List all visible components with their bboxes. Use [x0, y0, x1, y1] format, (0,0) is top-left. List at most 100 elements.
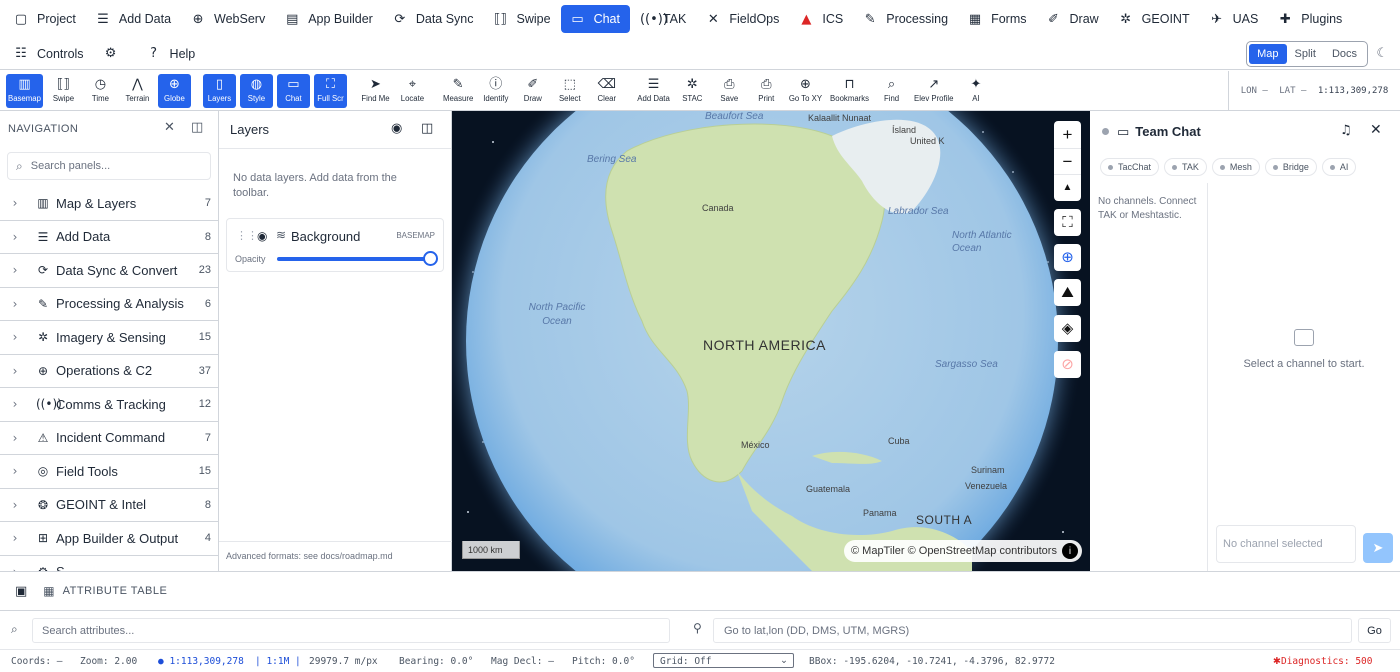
- chip-bridge[interactable]: Bridge: [1264, 158, 1317, 176]
- attribute-table-bar[interactable]: ▣ ▦ ATTRIBUTE TABLE: [0, 571, 1400, 611]
- tool-select-button[interactable]: ⬚ Select: [553, 74, 586, 108]
- secnav-help[interactable]: ? Help: [137, 40, 206, 68]
- tool-time-button[interactable]: ◷ Time: [84, 74, 117, 108]
- sky-toggle-icon[interactable]: ⊘: [1054, 351, 1081, 378]
- tool-find-me-button[interactable]: ➤ Find Me: [359, 74, 392, 108]
- map-label: Sargasso Sea: [935, 359, 998, 370]
- tool-swipe-button[interactable]: ⟦⟧ Swipe: [47, 74, 80, 108]
- nav-add-data[interactable]: ☰ Add Data: [86, 5, 181, 33]
- layer-card-background[interactable]: ⋮⋮ ◉ ≋ Background BASEMAP Opacity: [226, 218, 444, 272]
- nav-section-app-builder-output[interactable]: › ⊞ App Builder & Output 4: [0, 522, 218, 556]
- map-canvas[interactable]: Beaufort Sea Kalaallit Nunaat Ísland Uni…: [452, 111, 1090, 571]
- nav-section-field-tools[interactable]: › ◎ Field Tools 15: [0, 455, 218, 489]
- nav-section-s[interactable]: ›⚙S: [0, 556, 218, 571]
- eye-icon[interactable]: ◉: [391, 122, 402, 135]
- tool-draw-button[interactable]: ✐ Draw: [516, 74, 549, 108]
- image-icon[interactable]: ▣: [15, 585, 27, 598]
- panel-collapse-icon[interactable]: ◫: [421, 122, 433, 135]
- tool-full-scr-button[interactable]: ⛶ Full Scr: [313, 73, 347, 108]
- nav-section-data-sync-convert[interactable]: › ⟳ Data Sync & Convert 23: [0, 254, 218, 288]
- tool-identify-button[interactable]: ⓘ Identify: [479, 74, 512, 108]
- collapse-x-icon[interactable]: ✕: [164, 121, 175, 134]
- nav-geoint[interactable]: ✲ GEOINT: [1109, 5, 1200, 33]
- tool-style-button[interactable]: ◍ Style: [239, 73, 273, 108]
- tool-label: AI: [972, 94, 980, 103]
- close-icon[interactable]: ✕: [1370, 123, 1382, 137]
- zoom-out-button[interactable]: −: [1054, 148, 1081, 174]
- panel-collapse-icon[interactable]: ◫: [191, 121, 204, 134]
- nav-swipe[interactable]: ⟦⟧ Swipe: [484, 5, 561, 33]
- nav-ics[interactable]: ▲ ICS: [789, 5, 853, 33]
- search-attributes-input[interactable]: Search attributes...: [32, 618, 670, 643]
- nav-section-add-data[interactable]: › ☰ Add Data 8: [0, 221, 218, 254]
- tool-terrain-button[interactable]: ⋀ Terrain: [121, 74, 154, 108]
- visibility-eye-icon[interactable]: ◉: [257, 230, 267, 242]
- nav-data-sync[interactable]: ⟳ Data Sync: [383, 5, 484, 33]
- secnav-controls[interactable]: ☷ Controls: [4, 40, 94, 68]
- nav-project[interactable]: ▢ Project: [4, 5, 86, 33]
- goto-latlon-input[interactable]: Go to lat,lon (DD, DMS, UTM, MGRS): [713, 618, 1352, 643]
- tool-bookmarks-button[interactable]: ⊓ Bookmarks: [828, 74, 871, 108]
- nav-section-label: Processing & Analysis: [56, 296, 184, 312]
- grid-select[interactable]: Grid: Off ⌄: [653, 653, 794, 668]
- tool-go-to-xy-button[interactable]: ⊕ Go To XY: [787, 74, 824, 108]
- nav-section-geoint-intel[interactable]: › ❂ GEOINT & Intel 8: [0, 489, 218, 522]
- chat-message-input[interactable]: No channel selected: [1216, 525, 1356, 563]
- globe-icon[interactable]: ⊕: [1054, 244, 1081, 271]
- compass-reset-button[interactable]: ▲: [1054, 174, 1081, 200]
- tool-measure-button[interactable]: ✎ Measure: [441, 74, 475, 108]
- tool-basemap-button[interactable]: ▥ Basemap: [6, 73, 43, 108]
- nav-chat[interactable]: ▭ Chat: [560, 5, 630, 33]
- tool-ai-button[interactable]: ✦ AI: [959, 74, 992, 108]
- drag-handle-icon[interactable]: ⋮⋮: [236, 230, 258, 241]
- chip-tak[interactable]: TAK: [1164, 158, 1207, 176]
- fullscreen-icon[interactable]: ⛶: [1054, 209, 1081, 236]
- view-docs-button[interactable]: Docs: [1324, 44, 1365, 64]
- tool-clear-button[interactable]: ⌫ Clear: [590, 74, 623, 108]
- panel-search-input[interactable]: ⌕ Search panels...: [7, 152, 211, 180]
- go-button[interactable]: Go: [1358, 618, 1391, 643]
- send-icon[interactable]: ➤: [1363, 533, 1393, 563]
- tool-chat-button[interactable]: ▭ Chat: [276, 73, 310, 108]
- chip-mesh[interactable]: Mesh: [1211, 158, 1260, 176]
- terrain-icon[interactable]: ⛰: [1054, 279, 1081, 306]
- view-split-button[interactable]: Split: [1287, 44, 1324, 64]
- nav-uas[interactable]: ✈ UAS: [1200, 5, 1269, 33]
- nav-fieldops[interactable]: ✕ FieldOps: [696, 5, 789, 33]
- bell-icon[interactable]: ♫: [1340, 124, 1352, 137]
- tool-stac-button[interactable]: ✲ STAC: [676, 74, 709, 108]
- nav-forms[interactable]: ▦ Forms: [958, 5, 1036, 33]
- nav-label: Add Data: [118, 12, 172, 26]
- tool-find-button[interactable]: ⌕ Find: [875, 74, 908, 108]
- diagnostics-badge[interactable]: ✱ Diagnostics: 500: [1273, 656, 1372, 667]
- nav-processing[interactable]: ✎ Processing: [853, 5, 958, 33]
- layers-icon[interactable]: ◈: [1054, 315, 1081, 342]
- tool-layers-button[interactable]: ▯ Layers: [202, 73, 236, 108]
- tool-add-data-button[interactable]: ☰ Add Data: [635, 74, 672, 108]
- nav-webserv[interactable]: ⊕ WebServ: [181, 5, 275, 33]
- chip-ai[interactable]: AI: [1321, 158, 1357, 176]
- opacity-slider-track[interactable]: [277, 257, 435, 261]
- nav-section-incident-command[interactable]: › ⚠ Incident Command 7: [0, 422, 218, 455]
- nav-app-builder[interactable]: ▤ App Builder: [275, 5, 383, 33]
- opacity-slider-handle[interactable]: [423, 251, 438, 266]
- tool-print-button[interactable]: ⎙ Print: [750, 74, 783, 108]
- chip-tacchat[interactable]: TacChat: [1100, 158, 1160, 176]
- nav-plugins[interactable]: ✚ Plugins: [1268, 5, 1352, 33]
- settings-button[interactable]: ⚙: [94, 40, 137, 68]
- tool-locate-button[interactable]: ⌖ Locate: [396, 74, 429, 108]
- nav-section-map-layers[interactable]: › ▥ Map & Layers 7: [0, 187, 218, 221]
- nav-section-operations-c2[interactable]: › ⊕ Operations & C2 37: [0, 355, 218, 388]
- view-map-button[interactable]: Map: [1249, 44, 1287, 64]
- zoom-in-button[interactable]: +: [1063, 122, 1073, 148]
- tool-elev-profile-button[interactable]: ↗ Elev Profile: [912, 74, 955, 108]
- nav-draw[interactable]: ✐ Draw: [1037, 5, 1109, 33]
- info-icon[interactable]: i: [1062, 543, 1078, 559]
- nav-section-comms-tracking[interactable]: › ((•)) Comms & Tracking 12: [0, 388, 218, 422]
- nav-section-processing-analysis[interactable]: › ✎ Processing & Analysis 6: [0, 288, 218, 321]
- theme-toggle-icon[interactable]: ☾: [1376, 47, 1388, 60]
- tool-globe-button[interactable]: ⊕ Globe: [157, 73, 191, 108]
- nav-section-imagery-sensing[interactable]: › ✲ Imagery & Sensing 15: [0, 321, 218, 355]
- nav-tak[interactable]: ((•)) TAK: [630, 5, 696, 33]
- tool-save-button[interactable]: ⎙ Save: [713, 74, 746, 108]
